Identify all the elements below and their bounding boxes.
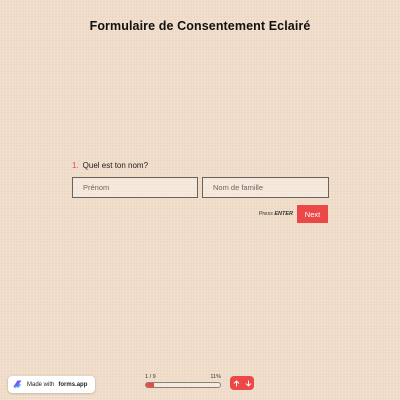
brand-name: forms.app: [58, 381, 88, 388]
press-text: Press: [258, 211, 273, 217]
first-name-input[interactable]: [72, 177, 198, 198]
question-text: Quel est ton nom?: [82, 161, 149, 170]
progress-percent-label: 11%: [210, 374, 221, 380]
arrow-up-icon: [233, 380, 240, 387]
forms-app-logo-icon: [12, 379, 23, 390]
next-button[interactable]: Next: [297, 205, 328, 223]
progress-indicator: 1 / 9 11%: [145, 374, 221, 388]
question-number: 1.: [72, 161, 79, 170]
submit-row: Press ENTER Next: [259, 205, 328, 223]
last-name-input[interactable]: [202, 177, 329, 198]
previous-question-button[interactable]: [230, 376, 242, 390]
question-block: 1. Quel est ton nom?: [72, 161, 329, 198]
next-question-button[interactable]: [242, 376, 254, 390]
question-nav: [230, 376, 254, 390]
question-label: 1. Quel est ton nom?: [72, 161, 328, 170]
press-enter-hint: Press ENTER: [259, 211, 293, 217]
enter-key-text: ENTER: [274, 211, 293, 217]
progress-step-label: 1 / 9: [145, 374, 156, 380]
name-fields: [72, 177, 329, 198]
progress-track: [145, 382, 221, 388]
made-with-badge[interactable]: Made with forms.app: [8, 376, 96, 393]
progress-fill: [146, 383, 155, 387]
arrow-down-icon: [245, 380, 252, 387]
progress-labels: 1 / 9 11%: [145, 374, 221, 380]
made-with-text: Made with: [27, 381, 55, 388]
form-title: Formulaire de Consentement Eclairé: [89, 19, 311, 33]
